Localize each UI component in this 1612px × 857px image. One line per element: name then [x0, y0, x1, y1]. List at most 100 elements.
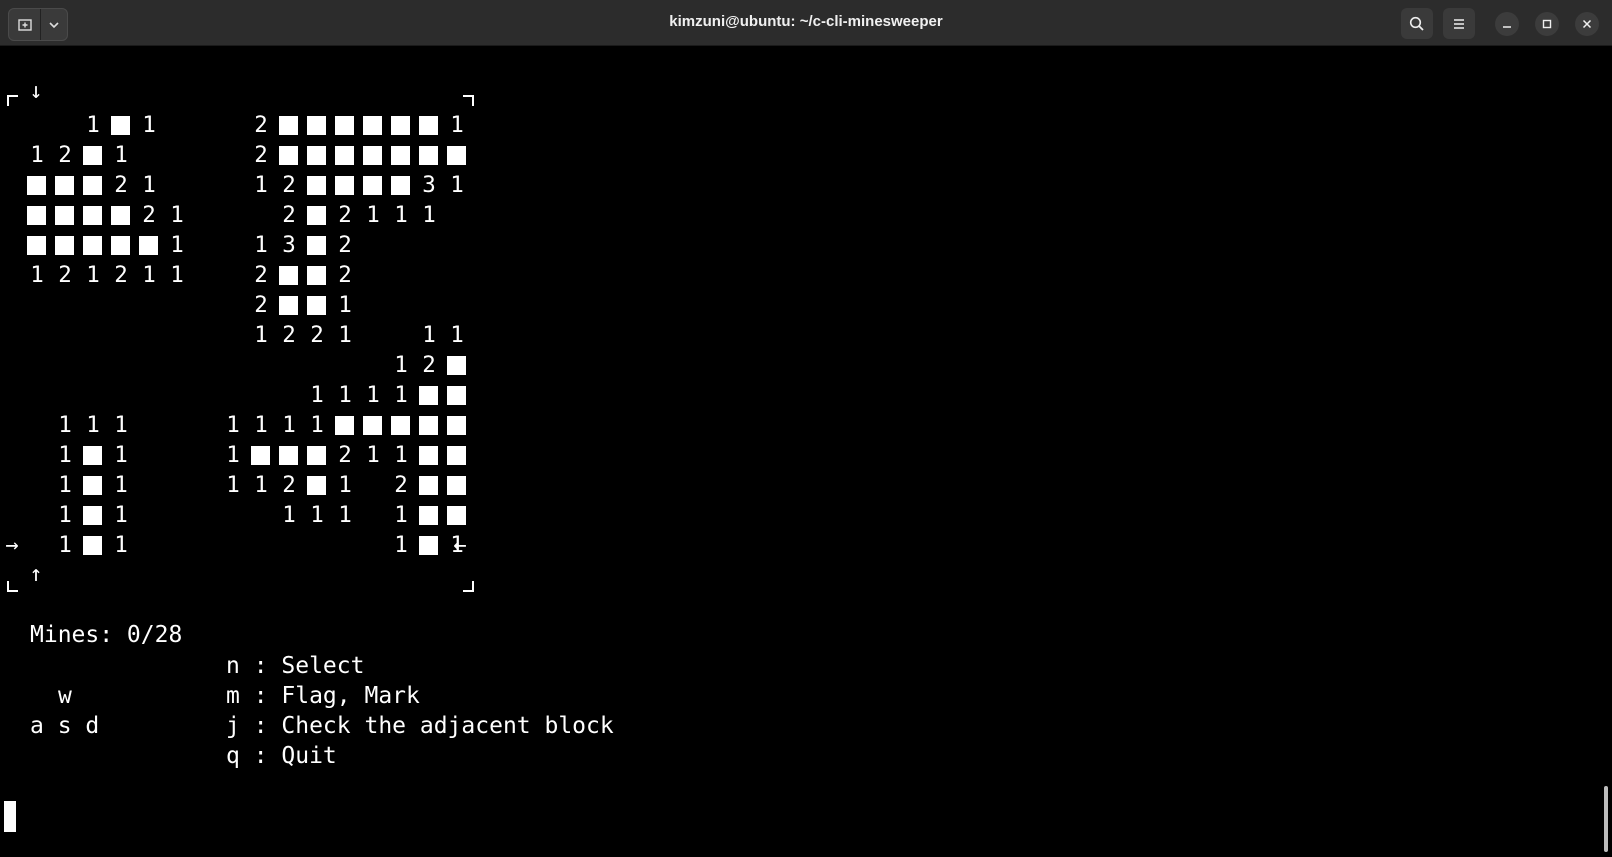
scrollbar[interactable]	[1604, 786, 1608, 852]
number-cell[interactable]: 1	[247, 410, 275, 441]
number-cell[interactable]: 1	[387, 380, 415, 411]
number-cell[interactable]: 1	[79, 260, 107, 291]
hidden-cell[interactable]	[443, 410, 471, 441]
number-cell[interactable]: 2	[331, 440, 359, 471]
number-cell[interactable]: 1	[79, 410, 107, 441]
menu-icon[interactable]	[1443, 8, 1475, 39]
hidden-cell[interactable]	[51, 170, 79, 201]
number-cell[interactable]: 2	[331, 200, 359, 231]
number-cell[interactable]: 2	[331, 230, 359, 261]
hidden-cell[interactable]	[359, 170, 387, 201]
number-cell[interactable]: 1	[387, 350, 415, 381]
hidden-cell[interactable]	[331, 410, 359, 441]
number-cell[interactable]: 2	[247, 290, 275, 321]
number-cell[interactable]: 1	[51, 500, 79, 531]
number-cell[interactable]: 1	[387, 440, 415, 471]
hidden-cell[interactable]	[415, 140, 443, 171]
hidden-cell[interactable]	[275, 290, 303, 321]
hidden-cell[interactable]	[415, 530, 443, 561]
hidden-cell[interactable]	[387, 140, 415, 171]
number-cell[interactable]: 1	[107, 530, 135, 561]
hidden-cell[interactable]	[331, 110, 359, 141]
hidden-cell[interactable]	[415, 440, 443, 471]
number-cell[interactable]: 1	[51, 410, 79, 441]
hidden-cell[interactable]	[79, 500, 107, 531]
number-cell[interactable]: 1	[107, 470, 135, 501]
number-cell[interactable]: 1	[415, 320, 443, 351]
number-cell[interactable]: 1	[247, 170, 275, 201]
hidden-cell[interactable]	[107, 230, 135, 261]
number-cell[interactable]: 2	[247, 260, 275, 291]
number-cell[interactable]: 2	[107, 170, 135, 201]
number-cell[interactable]: 1	[107, 440, 135, 471]
hidden-cell[interactable]	[359, 140, 387, 171]
number-cell[interactable]: 1	[331, 320, 359, 351]
hidden-cell[interactable]	[79, 530, 107, 561]
hidden-cell[interactable]	[23, 230, 51, 261]
number-cell[interactable]: 1	[219, 470, 247, 501]
number-cell[interactable]: 1	[415, 200, 443, 231]
hidden-cell[interactable]	[51, 200, 79, 231]
hidden-cell[interactable]	[107, 200, 135, 231]
number-cell[interactable]: 2	[247, 110, 275, 141]
minimize-icon[interactable]	[1495, 12, 1519, 36]
number-cell[interactable]: 1	[163, 230, 191, 261]
hidden-cell[interactable]	[23, 170, 51, 201]
hidden-cell[interactable]	[79, 200, 107, 231]
number-cell[interactable]: 2	[387, 470, 415, 501]
number-cell[interactable]: 1	[331, 470, 359, 501]
hidden-cell[interactable]	[443, 500, 471, 531]
number-cell[interactable]: 1	[107, 500, 135, 531]
number-cell[interactable]: 1	[135, 260, 163, 291]
number-cell[interactable]: 1	[359, 200, 387, 231]
number-cell[interactable]: 1	[247, 320, 275, 351]
number-cell[interactable]: 1	[387, 500, 415, 531]
hidden-cell[interactable]	[415, 110, 443, 141]
hidden-cell[interactable]	[135, 230, 163, 261]
hidden-cell[interactable]	[275, 110, 303, 141]
number-cell[interactable]: 1	[163, 200, 191, 231]
number-cell[interactable]: 1	[219, 410, 247, 441]
number-cell[interactable]: 1	[303, 380, 331, 411]
number-cell[interactable]: 1	[163, 260, 191, 291]
hidden-cell[interactable]	[107, 110, 135, 141]
hidden-cell[interactable]	[387, 110, 415, 141]
hidden-cell[interactable]	[331, 170, 359, 201]
hidden-cell[interactable]	[303, 230, 331, 261]
number-cell[interactable]: 1	[51, 440, 79, 471]
hidden-cell[interactable]	[443, 440, 471, 471]
number-cell[interactable]: 2	[415, 350, 443, 381]
hidden-cell[interactable]	[387, 410, 415, 441]
hidden-cell[interactable]	[303, 290, 331, 321]
number-cell[interactable]: 2	[51, 140, 79, 171]
hidden-cell[interactable]	[79, 470, 107, 501]
number-cell[interactable]: 1	[51, 470, 79, 501]
number-cell[interactable]: 1	[443, 110, 471, 141]
hidden-cell[interactable]	[331, 140, 359, 171]
number-cell[interactable]: 1	[107, 140, 135, 171]
number-cell[interactable]: 2	[275, 170, 303, 201]
hidden-cell[interactable]	[23, 200, 51, 231]
number-cell[interactable]: 1	[443, 530, 471, 561]
hidden-cell[interactable]	[443, 350, 471, 381]
hidden-cell[interactable]	[51, 230, 79, 261]
terminal-area[interactable]: ↓ ↑ → ← 11211212211231212211111321212112…	[0, 46, 1612, 857]
number-cell[interactable]: 3	[275, 230, 303, 261]
hidden-cell[interactable]	[415, 500, 443, 531]
number-cell[interactable]: 1	[303, 500, 331, 531]
close-icon[interactable]	[1575, 12, 1599, 36]
number-cell[interactable]: 1	[275, 500, 303, 531]
hidden-cell[interactable]	[303, 260, 331, 291]
number-cell[interactable]: 1	[51, 530, 79, 561]
hidden-cell[interactable]	[79, 230, 107, 261]
number-cell[interactable]: 1	[303, 410, 331, 441]
hidden-cell[interactable]	[275, 440, 303, 471]
number-cell[interactable]: 2	[303, 320, 331, 351]
number-cell[interactable]: 2	[107, 260, 135, 291]
number-cell[interactable]: 3	[415, 170, 443, 201]
hidden-cell[interactable]	[303, 170, 331, 201]
number-cell[interactable]: 1	[135, 110, 163, 141]
number-cell[interactable]: 1	[23, 140, 51, 171]
number-cell[interactable]: 2	[135, 200, 163, 231]
hidden-cell[interactable]	[275, 260, 303, 291]
